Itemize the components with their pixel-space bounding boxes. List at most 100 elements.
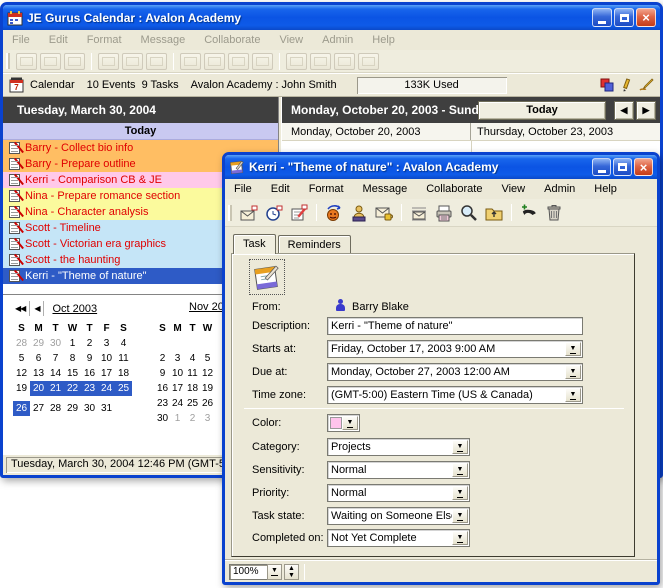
settings-icon[interactable] [334,53,355,70]
mini-cal-day[interactable]: 8 [64,351,81,366]
mini-cal-day[interactable]: 28 [13,336,30,351]
print-icon[interactable] [358,53,379,70]
menu-admin[interactable]: Admin [544,183,575,195]
mini-cal-day[interactable]: 22 [64,381,81,396]
mini-cal-day[interactable]: 11 [115,351,132,366]
month-link-oct[interactable]: Oct 2003 [52,303,97,315]
dial-sender-icon[interactable] [518,203,540,223]
category-combo[interactable]: Projects▼ [327,438,470,456]
day-view-icon[interactable] [252,53,273,70]
dialog-titlebar[interactable]: Kerri - "Theme of nature" : Avalon Acade… [225,155,657,179]
menu-format[interactable]: Format [87,34,122,46]
dialog-maximize-button[interactable] [613,158,632,176]
resend-icon[interactable] [323,203,345,223]
read-later-icon[interactable] [98,53,119,70]
mini-cal-day[interactable]: 16 [81,366,98,381]
mini-cal-day[interactable]: 1 [170,411,185,426]
mini-cal-day[interactable]: 6 [30,351,47,366]
mini-cal-day[interactable]: 2 [185,411,200,426]
mini-cal-day[interactable]: 9 [81,351,98,366]
mini-cal-day[interactable]: 19 [13,381,30,396]
new-alarm-icon[interactable] [263,203,285,223]
accept-icon[interactable] [373,203,395,223]
description-input[interactable]: Kerri - "Theme of nature" [327,317,583,335]
new-task-icon[interactable] [64,53,85,70]
mini-cal-day[interactable]: 29 [30,336,47,351]
new-appointment-icon[interactable] [238,203,260,223]
mini-cal-day[interactable]: 4 [185,351,200,366]
mini-cal-day[interactable]: 9 [155,366,170,381]
mini-cal-day[interactable]: 4 [115,336,132,351]
menu-file[interactable]: File [234,183,252,195]
mini-cal-day[interactable]: 2 [155,351,170,366]
menu-view[interactable]: View [279,34,303,46]
move-to-folder-icon[interactable] [286,53,307,70]
mini-cal-day[interactable]: 27 [30,401,47,416]
menu-message[interactable]: Message [363,183,408,195]
mini-cal-day[interactable]: 3 [200,411,215,426]
mini-cal-day[interactable]: 25 [115,381,132,396]
mini-cal-day[interactable]: 12 [13,366,30,381]
mini-cal-day[interactable]: 2 [81,336,98,351]
read-later-icon[interactable] [408,203,430,223]
chevron-down-icon[interactable]: ▼ [452,486,468,500]
minimize-button[interactable] [592,8,612,27]
mini-cal-day[interactable]: 1 [64,336,81,351]
chevron-down-icon[interactable]: ▼ [452,440,468,454]
mini-cal-day[interactable]: 30 [47,336,64,351]
zoom-dropdown-button[interactable]: ▼ [267,564,282,580]
mini-cal-day[interactable]: 20 [30,381,47,396]
mini-cal-day[interactable]: 30 [81,401,98,416]
menu-view[interactable]: View [501,183,525,195]
mini-cal-day[interactable]: 5 [13,351,30,366]
mini-cal-day[interactable]: 18 [115,366,132,381]
mini-cal-day[interactable]: 13 [30,366,47,381]
menu-edit[interactable]: Edit [271,183,290,195]
mini-cal-day[interactable]: 28 [47,401,64,416]
color-combo[interactable]: ▼ [327,414,360,432]
mini-cal-day[interactable]: 17 [170,381,185,396]
delegate-icon[interactable] [348,203,370,223]
mini-cal-day[interactable]: 31 [98,401,115,416]
sensitivity-combo[interactable]: Normal▼ [327,461,470,479]
find-icon[interactable] [458,203,480,223]
mini-cal-day[interactable]: 14 [47,366,64,381]
prev-year-button[interactable]: ◀◀ [11,301,30,316]
due-at-combo[interactable]: Monday, October 27, 2003 12:00 AM▼ [327,363,583,381]
mini-cal-day[interactable]: 17 [98,366,115,381]
busy-search-icon[interactable] [310,53,331,70]
next-week-button[interactable]: ▶ [636,101,656,120]
menu-help[interactable]: Help [594,183,617,195]
move-to-folder-icon[interactable] [483,203,505,223]
mini-cal-day[interactable]: 24 [98,381,115,396]
today-button[interactable]: Today [478,101,606,120]
chevron-down-icon[interactable]: ▼ [452,463,468,477]
mini-cal-day[interactable]: 3 [170,351,185,366]
mini-cal-day[interactable]: 19 [200,381,215,396]
month-view-icon[interactable] [204,53,225,70]
list-view-icon[interactable] [180,53,201,70]
chevron-down-icon[interactable]: ▼ [565,388,581,402]
timezone-combo[interactable]: (GMT-5:00) Eastern Time (US & Canada)▼ [327,386,583,404]
starts-at-combo[interactable]: Friday, October 17, 2003 9:00 AM▼ [327,340,583,358]
mini-cal-day[interactable]: 5 [200,351,215,366]
menu-help[interactable]: Help [372,34,395,46]
mini-cal-day[interactable]: 10 [98,351,115,366]
mini-cal-day[interactable]: 23 [155,396,170,411]
new-appointment-icon[interactable] [16,53,37,70]
dialog-close-button[interactable]: × [634,158,653,176]
delete-icon[interactable] [146,53,167,70]
menu-admin[interactable]: Admin [322,34,353,46]
flag-icon[interactable] [122,53,143,70]
new-task-icon[interactable] [288,203,310,223]
main-titlebar[interactable]: JE Gurus Calendar : Avalon Academy × [3,5,660,30]
mini-cal-day[interactable]: 23 [81,381,98,396]
mini-cal-day[interactable]: 11 [185,366,200,381]
mini-cal-day[interactable]: 30 [155,411,170,426]
mini-cal-day[interactable]: 15 [64,366,81,381]
chevron-down-icon[interactable]: ▼ [565,342,581,356]
chevron-down-icon[interactable]: ▼ [565,365,581,379]
signature-pen-icon[interactable] [638,78,654,92]
mini-cal-day[interactable]: 3 [98,336,115,351]
mini-cal-day[interactable]: 29 [64,401,81,416]
